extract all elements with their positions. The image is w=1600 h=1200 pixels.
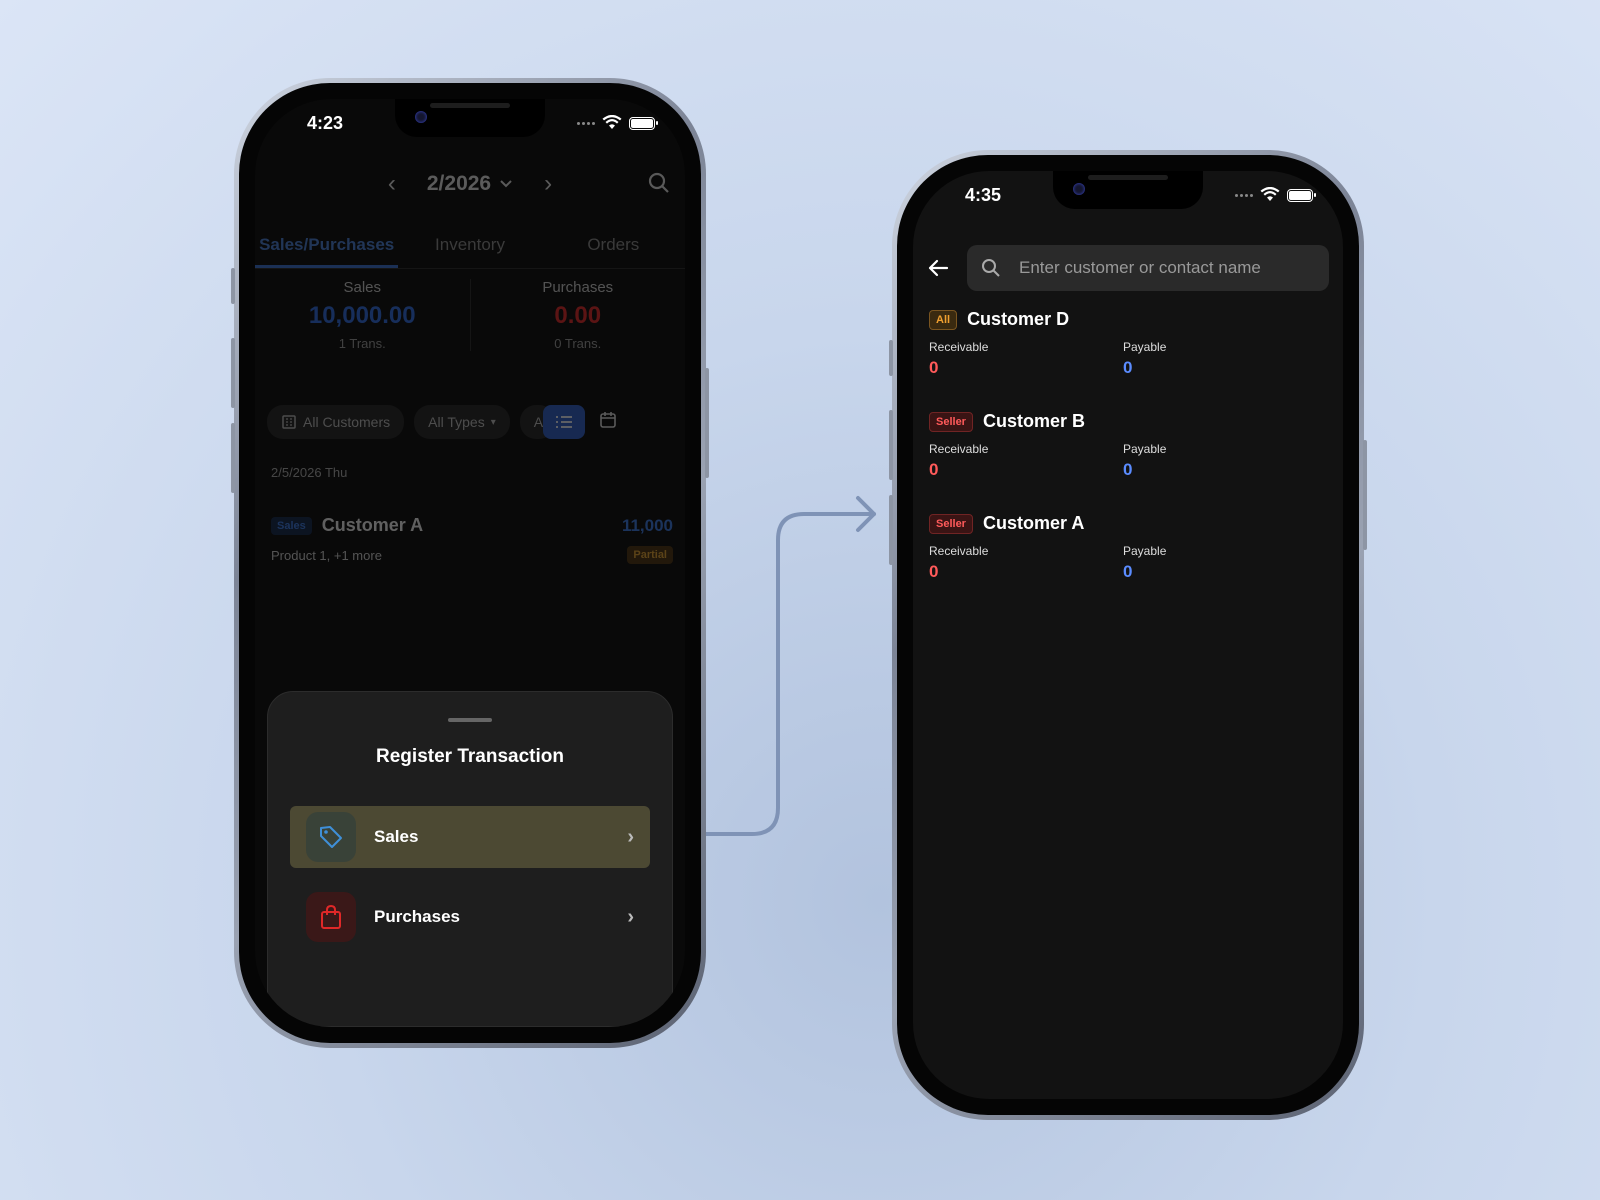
camera-icon (1073, 183, 1085, 195)
type-filter-label: All Types (428, 414, 485, 430)
payable-label: Payable (1123, 544, 1167, 558)
list-icon (556, 416, 573, 428)
prev-month-icon[interactable]: ‹ (377, 170, 407, 198)
tab-sales-purchases[interactable]: Sales/Purchases (255, 221, 399, 268)
search-bar: Enter customer or contact name (913, 245, 1343, 291)
payable-value: 0 (1123, 358, 1133, 377)
chevron-down-icon (500, 180, 512, 188)
search-placeholder: Enter customer or contact name (1019, 258, 1261, 277)
sheet-handle[interactable] (448, 718, 492, 722)
register-transaction-sheet: Register Transaction Sales › Purchases › (267, 691, 673, 1027)
purchases-count: 0 Trans. (554, 336, 602, 351)
receivable-label: Receivable (929, 442, 989, 456)
tab-orders[interactable]: Orders (542, 221, 685, 268)
signal-icon (1235, 193, 1253, 197)
month-navigator: ‹ 2/2026 › (255, 159, 685, 209)
customer-name: Customer B (982, 411, 1085, 431)
month-selector[interactable]: 2/2026 (427, 172, 513, 196)
month-label: 2/2026 (426, 172, 492, 195)
summary-panel: Sales 10,000.00 1 Trans. Purchases 0.00 … (255, 279, 685, 351)
payment-status-badge: Partial (627, 546, 673, 564)
sales-option[interactable]: Sales › (290, 806, 650, 868)
next-month-icon[interactable]: › (533, 170, 563, 198)
purchases-label: Purchases (542, 279, 614, 296)
back-arrow-icon[interactable] (927, 258, 949, 278)
tag-icon (306, 812, 356, 862)
wifi-icon (602, 115, 622, 129)
transaction-items: Product 1, +1 more (271, 547, 382, 563)
purchases-option[interactable]: Purchases › (290, 886, 650, 948)
customer-role-badge: All (929, 309, 958, 330)
building-icon (282, 415, 296, 429)
shopping-bag-icon (306, 892, 356, 942)
chevron-right-icon: › (627, 825, 634, 848)
sales-count: 1 Trans. (338, 336, 386, 351)
customer-role-badge: Seller (929, 513, 973, 534)
customer-search-input[interactable]: Enter customer or contact name (967, 245, 1329, 291)
sales-total: 10,000.00 (308, 302, 416, 329)
purchases-total: 0.00 (554, 302, 602, 329)
sales-option-label: Sales (374, 827, 419, 846)
customer-name: Customer A (982, 513, 1085, 533)
transaction-type-badge: Sales (271, 516, 312, 535)
calendar-icon (600, 411, 617, 428)
chevron-down-icon: ▾ (490, 416, 496, 428)
transaction-amount: 11,000 (621, 515, 673, 535)
type-filter[interactable]: All Types ▾ (414, 405, 510, 439)
filter-bar: All Customers All Types ▾ All (267, 405, 673, 439)
payable-value: 0 (1123, 562, 1133, 581)
status-time: 4:35 (965, 184, 1002, 205)
receivable-value: 0 (929, 358, 939, 377)
customer-filter-label: All Customers (303, 414, 391, 430)
signal-icon (577, 121, 595, 125)
status-time: 4:23 (307, 112, 344, 133)
sales-label: Sales (343, 279, 382, 296)
right-phone: 4:35 Enter customer or contact name All … (889, 150, 1367, 1120)
customer-role-badge: Seller (929, 411, 973, 432)
receivable-label: Receivable (929, 340, 989, 354)
battery-icon (629, 116, 658, 130)
wifi-icon (1260, 187, 1280, 201)
customer-list-item[interactable]: All Customer D Receivable 0 Payable 0 (929, 309, 1327, 378)
right-screen: 4:35 Enter customer or contact name All … (913, 171, 1343, 1099)
tab-inventory[interactable]: Inventory (398, 221, 541, 268)
customer-filter[interactable]: All Customers (267, 405, 405, 439)
customer-list-item[interactable]: Seller Customer A Receivable 0 Payable 0 (929, 513, 1327, 582)
battery-icon (1287, 188, 1316, 202)
chevron-right-icon: › (627, 905, 634, 928)
camera-icon (415, 111, 427, 123)
left-screen: 4:23 ‹ 2/2026 › Sales/Purchases Inventor… (255, 99, 685, 1027)
purchases-option-label: Purchases (374, 907, 460, 926)
customer-list-item[interactable]: Seller Customer B Receivable 0 Payable 0 (929, 411, 1327, 480)
transaction-row[interactable]: Sales Customer A 11,000 Product 1, +1 mo… (271, 515, 673, 564)
list-view-button[interactable] (543, 405, 586, 439)
tab-bar: Sales/Purchases Inventory Orders (255, 221, 685, 269)
transaction-customer: Customer A (321, 515, 424, 535)
left-phone: 4:23 ‹ 2/2026 › Sales/Purchases Inventor… (231, 78, 709, 1048)
payable-label: Payable (1123, 442, 1167, 456)
date-header: 2/5/2026 Thu (271, 465, 348, 480)
customer-name: Customer D (967, 309, 1070, 329)
receivable-value: 0 (929, 562, 939, 581)
sheet-title: Register Transaction (376, 746, 564, 767)
calendar-view-button[interactable] (599, 411, 617, 434)
payable-label: Payable (1123, 340, 1167, 354)
receivable-value: 0 (929, 460, 939, 479)
receivable-label: Receivable (929, 544, 989, 558)
payable-value: 0 (1123, 460, 1133, 479)
search-icon[interactable] (647, 171, 671, 195)
search-icon (982, 259, 1000, 277)
